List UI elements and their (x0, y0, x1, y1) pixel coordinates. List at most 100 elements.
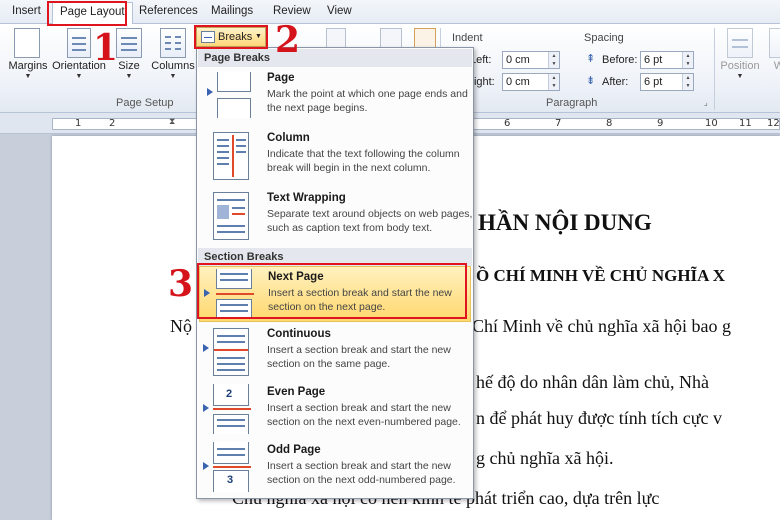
section-break-line (213, 466, 251, 468)
spinner-arrows-icon[interactable]: ▲ ▼ (548, 52, 559, 68)
odd-number-label: 3 (227, 474, 234, 486)
spacing-before-icon: ⇞ (586, 53, 596, 65)
ruler-number: 2 (109, 118, 116, 129)
dropdown-arrow-icon: ▼ (169, 73, 177, 80)
highlight-breaks (194, 25, 268, 49)
menu-item-text-wrapping[interactable]: Text Wrapping Separate text around objec… (199, 188, 473, 244)
page-break-icon-lower (217, 98, 251, 118)
pointer-icon (203, 344, 209, 352)
menu-item-odd-page[interactable]: 3 Odd Page Insert a section break and st… (199, 440, 471, 496)
columns-button[interactable]: Columns ▼ (149, 28, 197, 81)
menu-item-title: Column (267, 132, 310, 144)
menu-item-page[interactable]: Page Mark the point at which one page en… (199, 68, 471, 124)
indent-right-value: 0 cm (506, 76, 530, 88)
spinner-arrows-icon[interactable]: ▲ ▼ (548, 74, 559, 90)
spinner-arrows-icon[interactable]: ▲ ▼ (682, 74, 693, 90)
menu-item-even-page[interactable]: 2 Even Page Insert a section break and s… (199, 382, 471, 438)
columns-label: Columns (151, 60, 195, 72)
indent-marker-icon[interactable]: ⧗ (169, 116, 175, 127)
position-button[interactable]: Position ▼ (718, 28, 762, 81)
page-color-icon[interactable] (380, 28, 402, 48)
indent-right-spinner[interactable]: 0 cm ▲ ▼ (502, 73, 560, 91)
menu-item-description: Insert a section break and start the new… (267, 344, 451, 370)
paragraph-group-label: Paragraph (546, 97, 598, 109)
highlight-page-layout (47, 1, 127, 26)
margins-button[interactable]: Margins ▼ (6, 34, 50, 81)
columns-icon (160, 28, 186, 58)
spinner-arrows-icon[interactable]: ▲ ▼ (682, 52, 693, 68)
ruler-number: 6 (504, 118, 511, 129)
even-page-icon-lower (213, 414, 249, 434)
page-breaks-header: Page Breaks (198, 49, 472, 67)
wrap-text-button[interactable]: W (764, 28, 780, 73)
size-icon (116, 28, 142, 58)
step-number-1: 1 (93, 27, 119, 69)
spacing-before-value: 6 pt (644, 54, 663, 66)
even-page-icon: 2 (213, 384, 249, 406)
dropdown-arrow-icon: ▼ (125, 73, 133, 80)
pointer-icon (203, 462, 209, 470)
spacing-before-label: Before: (602, 54, 638, 66)
dropdown-arrow-icon: ▼ (24, 73, 32, 80)
doc-line: g chủ nghĩa xã hội. (476, 448, 614, 468)
page-setup-group-label: Page Setup (116, 97, 174, 109)
menu-item-description: Indicate that the text following the col… (267, 148, 460, 174)
dropdown-arrow-icon: ▼ (736, 73, 744, 80)
spacing-after-icon: ⇟ (586, 75, 596, 87)
even-number-label: 2 (226, 388, 233, 400)
doc-subheading: Ồ CHÍ MINH VỀ CHỦ NGHĨA X (476, 266, 726, 285)
step-number-2: 2 (275, 19, 301, 61)
doc-paragraph-end: Chí Minh về chủ nghĩa xã hội bao g (472, 316, 731, 336)
doc-line: n để phát huy được tính tích cực v (476, 408, 722, 428)
doc-line: hế độ do nhân dân làm chủ, Nhà (476, 372, 709, 392)
menu-item-title: Even Page (267, 386, 326, 398)
wrap-text-label: W (773, 60, 780, 72)
dialog-launcher-icon[interactable]: ⌟ (704, 98, 708, 107)
group-divider (714, 28, 715, 110)
spacing-after-value: 6 pt (644, 76, 663, 88)
menu-item-title: Odd Page (267, 444, 321, 456)
wrap-text-icon (769, 28, 780, 58)
tab-view[interactable]: View (327, 5, 352, 17)
position-label: Position (720, 60, 760, 72)
pointer-icon (207, 88, 213, 96)
tab-mailings[interactable]: Mailings (211, 5, 253, 17)
menu-item-description: Mark the point at which one page ends an… (267, 88, 468, 114)
column-break-icon (213, 132, 249, 180)
orientation-icon (67, 28, 91, 58)
menu-item-continuous[interactable]: Continuous Insert a section break and st… (199, 324, 471, 380)
ruler-number: 1 (75, 118, 82, 129)
menu-item-title: Continuous (267, 328, 331, 340)
indent-left-spinner[interactable]: 0 cm ▲ ▼ (502, 51, 560, 69)
tab-references[interactable]: References (139, 5, 198, 17)
spacing-after-label: After: (602, 76, 629, 88)
page-borders-icon[interactable] (414, 28, 436, 48)
ruler-number: 9 (657, 118, 664, 129)
watermark-icon[interactable] (326, 28, 346, 48)
menu-item-description: Separate text around objects on web page… (267, 208, 473, 234)
ruler-number: 11 (739, 118, 752, 129)
dropdown-arrow-icon: ▼ (75, 73, 83, 80)
spacing-heading: Spacing (584, 32, 624, 44)
position-icon (727, 28, 753, 58)
menu-item-title: Text Wrapping (267, 192, 346, 204)
menu-item-description: Insert a section break and start the new… (267, 460, 456, 486)
spacing-after-spinner[interactable]: 6 pt ▲ ▼ (640, 73, 694, 91)
ruler-number: 8 (606, 118, 613, 129)
indent-left-value: 0 cm (506, 54, 530, 66)
margins-label: Margins (8, 60, 48, 72)
continuous-icon (213, 328, 249, 376)
tab-review[interactable]: Review (273, 5, 311, 17)
odd-page-icon (213, 442, 249, 464)
text-wrapping-icon (213, 192, 249, 240)
highlight-next-page (197, 263, 467, 319)
tab-insert[interactable]: Insert (12, 5, 41, 17)
ruler-number: 10 (705, 118, 718, 129)
section-break-line (213, 408, 251, 410)
spacing-before-spinner[interactable]: 6 pt ▲ ▼ (640, 51, 694, 69)
menu-item-column[interactable]: Column Indicate that the text following … (199, 128, 471, 184)
doc-paragraph-start: Nộ (170, 316, 192, 336)
menu-item-description: Insert a section break and start the new… (267, 402, 461, 428)
menu-item-title: Page (267, 72, 295, 84)
doc-heading: HẦN NỘI DUNG (478, 210, 652, 235)
